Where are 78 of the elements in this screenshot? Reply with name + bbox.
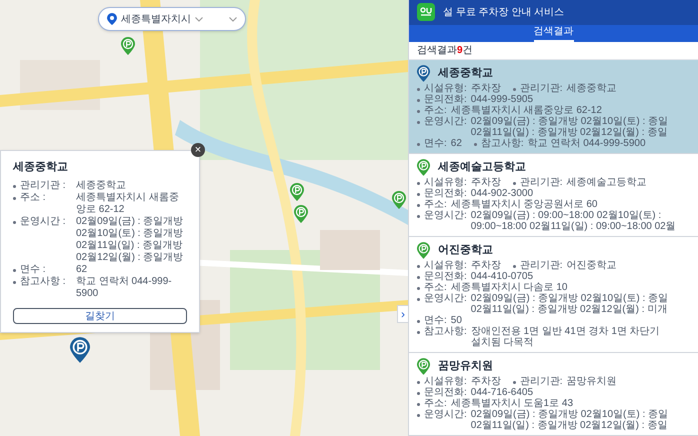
result-name: 세종예술고등학교 bbox=[438, 160, 526, 175]
field-label: 주소: bbox=[424, 105, 447, 116]
field-label: 참고사항: bbox=[424, 326, 467, 339]
field-label: 참고사항 : bbox=[20, 276, 67, 288]
field-label: 관리기관 : bbox=[20, 180, 67, 192]
field-value: 주차장 bbox=[470, 376, 501, 387]
field-label: 운영시간: bbox=[424, 210, 467, 223]
field-value: 세종특별자치시 새롬중앙로 62-12 bbox=[450, 105, 602, 116]
field-value: 50 bbox=[450, 315, 462, 326]
field-value: 주차장 bbox=[470, 260, 501, 271]
field-label: 관리기관: bbox=[520, 260, 563, 271]
field-value: 044-999-5905 bbox=[470, 94, 534, 105]
popup-title: 세종중학교 bbox=[13, 160, 69, 175]
field-label: 면수: bbox=[424, 138, 447, 149]
field-label: 면수: bbox=[424, 315, 447, 326]
field-label: 주소: bbox=[424, 282, 447, 293]
field-label: 주소: bbox=[424, 199, 447, 210]
field-value: 세종중학교 bbox=[566, 83, 617, 94]
field-label: 문의전화: bbox=[424, 387, 467, 398]
result-name: 어진중학교 bbox=[438, 242, 493, 258]
field-label: 주소: bbox=[424, 398, 447, 409]
field-value: 꿈망유치원 bbox=[566, 376, 617, 387]
field-value: 세종특별자치시 중앙공원서로 60 bbox=[450, 199, 598, 210]
field-label: 운영시간: bbox=[424, 293, 467, 306]
field-value: 장애인전용 1면 일반 41면 경차 1면 차단기 bbox=[470, 326, 660, 337]
field-value: 02월09일(금) : 종일개방 02월10일(토) : 종일 bbox=[470, 293, 668, 304]
field-value: 02월12일(월) : 종일개방 bbox=[76, 252, 184, 264]
field-value: 02월11일(일) : 종일개방 02월12일(월) : 미개 bbox=[470, 304, 668, 315]
field-value: 62 bbox=[76, 264, 88, 276]
field-label: 면수 : bbox=[20, 264, 47, 276]
field-value: 세종예술고등학교 bbox=[566, 177, 647, 188]
field-label: 주소 : bbox=[20, 192, 47, 204]
field-value: 설치됨 다목적 bbox=[470, 337, 535, 348]
field-label: 문의전화: bbox=[424, 188, 467, 199]
field-value: 02월09일(금) : 09:00~18:00 02월10일(토) : bbox=[470, 210, 662, 221]
field-value: 02월10일(토) : 종일개방 bbox=[76, 228, 184, 240]
field-value: 세종중학교 bbox=[76, 180, 126, 192]
field-label: 관리기관: bbox=[520, 376, 563, 387]
location-value: 세종특별자치시 bbox=[121, 12, 191, 26]
field-label: 관리기관: bbox=[520, 83, 563, 94]
field-value: 학교 연락처 044-999-5900 bbox=[528, 138, 646, 149]
field-value: 주차장 bbox=[470, 177, 501, 188]
result-card[interactable]: 세종중학교 시설유형: 주차장 관리기관: 세종중학교 문의전화: 044-999-5905 주소: 세종특별자치시 새롬중앙로 62-12 운영시간: 02월09일(금) : 종일개방 02월10일(토) : 종일 02월11일(일) : 종일개방 02월12일(월) : 종일 면수: 62 참고사항: 학교 연락처 044-999-5900 bbox=[409, 60, 698, 154]
field-value: 044-410-0705 bbox=[470, 271, 534, 282]
location-dropdown[interactable]: 세종특별자치시 bbox=[98, 7, 246, 31]
results-tab[interactable]: 검색결과 bbox=[534, 25, 574, 42]
field-value: 02월09일(금) : 종일개방 02월10일(토) : 종일 bbox=[470, 409, 668, 420]
field-value: 02월11일(일) : 종일개방 02월12일(월) : 종일 bbox=[470, 127, 668, 138]
field-label: 관리기관: bbox=[520, 177, 563, 188]
field-value: 02월09일(금) : 종일개방 bbox=[76, 216, 184, 228]
result-name: 세종중학교 bbox=[438, 66, 493, 81]
collapse-button[interactable]: › bbox=[397, 305, 409, 323]
field-value: 주차장 bbox=[470, 83, 501, 94]
field-label: 시설유형: bbox=[424, 376, 467, 387]
field-value: 02월11일(일) : 종일개방 02월12일(월) : 종일 bbox=[470, 420, 668, 431]
field-label: 운영시간 : bbox=[20, 216, 67, 228]
field-label: 운영시간: bbox=[424, 409, 467, 422]
field-value: 세종특별자치시 도움1로 43 bbox=[450, 398, 574, 409]
field-label: 참고사항: bbox=[480, 138, 524, 149]
field-value: 62 bbox=[450, 138, 462, 149]
field-value: 044-902-3000 bbox=[470, 188, 534, 199]
field-value: 어진중학교 bbox=[566, 260, 617, 271]
field-value: 세종특별자치시 다솜로 10 bbox=[450, 282, 568, 293]
field-label: 운영시간: bbox=[424, 116, 467, 129]
result-name: 꿈망유치원 bbox=[438, 358, 493, 374]
field-label: 시설유형: bbox=[424, 177, 467, 188]
field-value: 02월11일(일) : 종일개방 bbox=[76, 240, 184, 252]
field-label: 문의전화: bbox=[424, 94, 467, 105]
field-value: 02월09일(금) : 종일개방 02월10일(토) : 종일 bbox=[470, 116, 668, 127]
field-value: 학교 연락처 044-999-5900 bbox=[76, 276, 173, 300]
field-value: 044-716-6405 bbox=[470, 387, 534, 398]
field-value: 09:00~18:00 02월11일(일) : 09:00~18:00 02월 bbox=[470, 221, 676, 232]
field-value: 세종특별자치시 새롬중앙로 62-12 bbox=[76, 192, 180, 216]
field-label: 시설유형: bbox=[424, 83, 467, 94]
field-label: 문의전화: bbox=[424, 271, 467, 282]
field-label: 시설유형: bbox=[424, 260, 467, 271]
panel-title: 설 무료 주차장 안내 서비스 bbox=[443, 6, 564, 20]
directions-button[interactable]: 길찾기 bbox=[13, 308, 187, 324]
